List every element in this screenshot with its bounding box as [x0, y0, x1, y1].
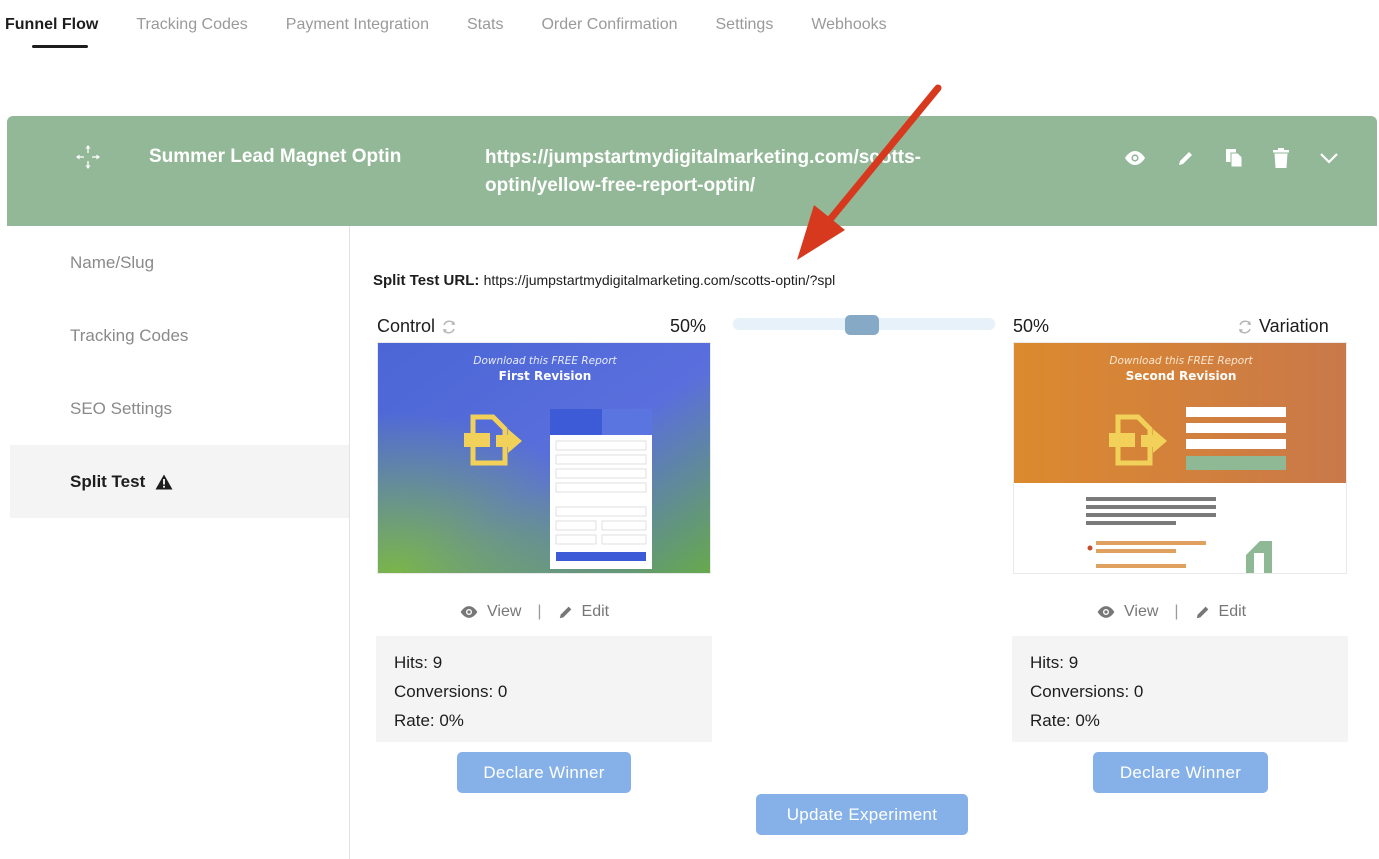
tab-payment-integration[interactable]: Payment Integration — [286, 0, 429, 34]
tab-order-confirmation[interactable]: Order Confirmation — [541, 0, 677, 34]
top-tab-bar: Funnel Flow Tracking Codes Payment Integ… — [0, 0, 925, 60]
funnel-step-header: Summer Lead Magnet Optin https://jumpsta… — [7, 116, 1377, 226]
split-test-url-value[interactable]: https://jumpstartmydigitalmarketing.com/… — [484, 272, 836, 288]
sidebar-item-label: Tracking Codes — [70, 325, 189, 345]
variation-page-preview[interactable]: Download this FREE Report Second Revisio… — [1013, 342, 1347, 574]
control-edit-link[interactable]: Edit — [558, 603, 610, 621]
refresh-icon[interactable] — [441, 319, 457, 335]
copy-icon[interactable] — [1225, 148, 1243, 168]
pencil-icon — [1196, 606, 1208, 619]
eye-icon — [460, 606, 478, 618]
variation-preview-subheading: Second Revision — [1126, 369, 1237, 383]
variation-declare-winner-button[interactable]: Declare Winner — [1093, 752, 1268, 793]
control-label: Control — [377, 316, 436, 336]
link-separator: | — [1174, 603, 1179, 620]
control-preview-heading: Download this FREE Report — [473, 355, 617, 367]
split-test-panel: Split Test URL: https://jumpstartmydigit… — [351, 226, 1379, 859]
sidebar-item-label: SEO Settings — [70, 398, 173, 418]
control-preview-image: Download this FREE Report First Revision — [378, 343, 710, 573]
update-experiment-button[interactable]: Update Experiment — [756, 794, 968, 835]
pencil-icon[interactable] — [1177, 149, 1195, 167]
variation-rate: Rate: 0% — [1030, 711, 1100, 730]
control-stats: Hits: 9 Conversions: 0 Rate: 0% — [376, 636, 712, 742]
split-test-url: Split Test URL: https://jumpstartmydigit… — [373, 272, 835, 289]
traffic-split-slider[interactable] — [733, 315, 995, 335]
step-actions — [1123, 148, 1339, 168]
edit-label: Edit — [581, 603, 610, 620]
pencil-icon — [559, 606, 571, 619]
control-declare-winner-button[interactable]: Declare Winner — [457, 752, 631, 793]
control-hits: Hits: 9 — [394, 653, 443, 672]
variation-edit-link[interactable]: Edit — [1195, 603, 1247, 621]
control-actions: View | Edit — [459, 603, 609, 621]
variation-hits: Hits: 9 — [1030, 653, 1079, 672]
sidebar-item-label: Split Test — [70, 471, 146, 491]
eye-icon — [1097, 606, 1115, 618]
warning-icon — [155, 474, 173, 489]
control-view-link[interactable]: View — [459, 603, 521, 621]
control-conversions: Conversions: 0 — [394, 682, 508, 701]
variation-preview-image: Download this FREE Report Second Revisio… — [1014, 343, 1346, 573]
trash-icon[interactable] — [1273, 148, 1289, 168]
variation-conversions: Conversions: 0 — [1030, 682, 1144, 701]
control-rate: Rate: 0% — [394, 711, 464, 730]
step-name: Summer Lead Magnet Optin — [149, 146, 402, 167]
view-label: View — [487, 603, 522, 620]
sidebar-item-seo-settings[interactable]: SEO Settings — [10, 372, 349, 445]
tab-stats[interactable]: Stats — [467, 0, 503, 34]
refresh-icon[interactable] — [1237, 319, 1253, 335]
variation-preview-heading: Download this FREE Report — [1109, 355, 1253, 367]
split-test-url-label: Split Test URL: — [373, 272, 480, 289]
variation-actions: View | Edit — [1096, 603, 1246, 621]
variation-stats: Hits: 9 Conversions: 0 Rate: 0% — [1012, 636, 1348, 742]
variation-percent: 50% — [1013, 316, 1050, 336]
control-percent: 50% — [670, 316, 707, 336]
control-header: Control — [377, 316, 463, 337]
control-preview-subheading: First Revision — [499, 369, 592, 383]
sidebar-item-tracking-codes[interactable]: Tracking Codes — [10, 299, 349, 372]
view-label: View — [1124, 603, 1159, 620]
step-settings-sidebar: Name/Slug Tracking Codes SEO Settings Sp… — [10, 226, 350, 859]
step-url[interactable]: https://jumpstartmydigitalmarketing.com/… — [485, 144, 1005, 200]
chevron-down-icon[interactable] — [1319, 152, 1339, 164]
move-icon[interactable] — [75, 144, 101, 170]
sidebar-item-label: Name/Slug — [70, 252, 155, 272]
sidebar-item-split-test[interactable]: Split Test — [10, 445, 349, 518]
tab-funnel-flow[interactable]: Funnel Flow — [5, 0, 98, 48]
edit-label: Edit — [1218, 603, 1247, 620]
variation-label: Variation — [1259, 316, 1329, 336]
variation-view-link[interactable]: View — [1096, 603, 1158, 621]
link-separator: | — [537, 603, 542, 620]
control-page-preview[interactable]: Download this FREE Report First Revision — [377, 342, 711, 574]
tab-settings[interactable]: Settings — [716, 0, 774, 34]
variation-header: Variation — [1231, 316, 1329, 337]
slider-handle[interactable] — [845, 315, 879, 335]
sidebar-item-name-slug[interactable]: Name/Slug — [10, 226, 349, 299]
eye-icon[interactable] — [1123, 150, 1147, 166]
tab-webhooks[interactable]: Webhooks — [811, 0, 886, 34]
tab-tracking-codes[interactable]: Tracking Codes — [136, 0, 247, 34]
